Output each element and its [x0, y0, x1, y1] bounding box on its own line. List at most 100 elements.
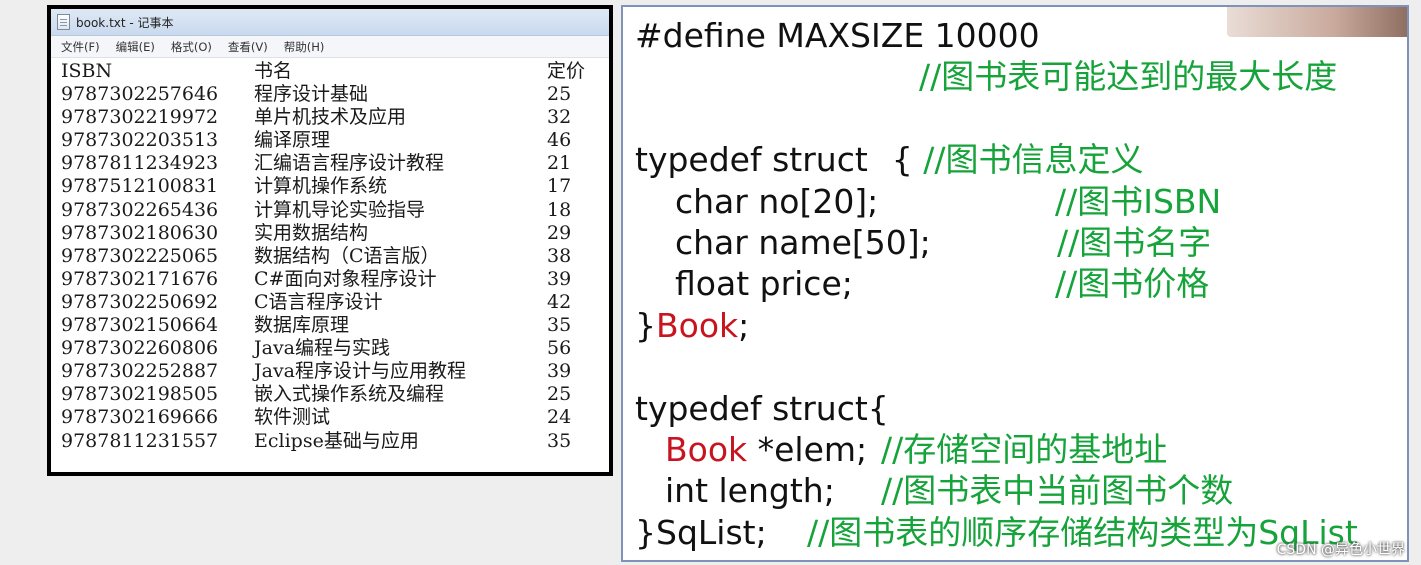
row-isbn: 9787302265436 — [61, 198, 219, 221]
struct1-keyword: typedef struct — [635, 140, 868, 180]
field-name-line: char name[50]; //图书名字 — [635, 222, 1407, 263]
length-comment: //图书表中当前图书个数 — [881, 471, 1234, 511]
notepad-text-area[interactable]: ISBN 书名 定价 9787302257646 程序设计基础 25 9787302… — [51, 58, 609, 472]
row-name: 软件测试 — [254, 406, 331, 429]
row-name: 数据库原理 — [254, 314, 350, 337]
define-line: #define MAXSIZE 10000 — [635, 15, 1407, 56]
table-row: 9787302257646 程序设计基础 25 — [61, 83, 609, 106]
row-name: C#面向对象程序设计 — [254, 267, 437, 290]
notepad-titlebar[interactable]: book.txt - 记事本 — [51, 9, 609, 36]
length-decl: int length; — [665, 471, 835, 511]
table-row: 9787302250692 C语言程序设计 42 — [61, 291, 609, 314]
define-comment-line: //图书表可能达到的最大长度 — [635, 56, 1407, 97]
row-isbn: 9787302203513 — [61, 129, 219, 152]
header-isbn: ISBN — [61, 60, 113, 82]
row-price: 46 — [547, 129, 572, 152]
row-isbn: 9787302150664 — [61, 314, 219, 337]
row-name: 数据结构（C语言版） — [254, 244, 440, 267]
row-price: 39 — [547, 267, 572, 290]
length-line: int length; //图书表中当前图书个数 — [635, 470, 1407, 511]
row-price: 24 — [547, 406, 572, 429]
row-name: Eclipse基础与应用 — [254, 429, 419, 452]
row-isbn: 9787811231557 — [61, 429, 219, 452]
row-isbn: 9787302219972 — [61, 106, 219, 129]
row-name: 编译原理 — [254, 129, 331, 152]
table-row: 9787302225065 数据结构（C语言版） 38 — [61, 245, 609, 268]
menu-help[interactable]: 帮助(H) — [284, 39, 325, 55]
header-price: 定价 — [547, 60, 586, 82]
menu-edit[interactable]: 编辑(E) — [116, 39, 155, 55]
field-no-comment: //图书ISBN — [1055, 181, 1222, 221]
struct1-semicolon: ; — [738, 305, 750, 345]
row-name: 计算机操作系统 — [254, 175, 388, 198]
elem-comment: //存储空间的基地址 — [881, 429, 1168, 469]
row-price: 17 — [547, 175, 572, 198]
table-row: 9787302265436 计算机导论实验指导 18 — [61, 199, 609, 222]
row-isbn: 9787302180630 — [61, 221, 219, 244]
row-isbn: 9787302257646 — [61, 83, 219, 106]
table-row: 9787302260806 Java编程与实践 56 — [61, 337, 609, 360]
elem-line: Book *elem; //存储空间的基地址 — [635, 429, 1407, 470]
row-name: 嵌入式操作系统及编程 — [254, 383, 445, 406]
row-name: Java编程与实践 — [254, 337, 391, 360]
field-name-comment: //图书名字 — [1057, 222, 1212, 262]
table-row: 9787302198505 嵌入式操作系统及编程 25 — [61, 383, 609, 406]
menu-file[interactable]: 文件(F) — [61, 39, 100, 55]
row-price: 35 — [547, 429, 572, 452]
field-price-comment: //图书价格 — [1055, 264, 1210, 304]
row-price: 18 — [547, 198, 572, 221]
row-isbn: 9787302169666 — [61, 406, 219, 429]
struct1-open-line: typedef struct { //图书信息定义 — [635, 139, 1407, 180]
row-price: 56 — [547, 337, 572, 360]
row-price: 42 — [547, 290, 572, 313]
struct2-keyword: typedef struct{ — [635, 388, 889, 428]
table-row: 9787512100831 计算机操作系统 17 — [61, 175, 609, 198]
field-name: char name[50]; — [675, 222, 931, 262]
row-name: 单片机技术及应用 — [254, 106, 407, 129]
define-comment: //图书表可能达到的最大长度 — [919, 57, 1338, 97]
menu-format[interactable]: 格式(O) — [171, 39, 212, 55]
struct2-open-line: typedef struct{ — [635, 388, 1407, 429]
field-no: char no[20]; — [675, 181, 879, 221]
table-row: 9787302180630 实用数据结构 29 — [61, 222, 609, 245]
table-row: 9787811231557 Eclipse基础与应用 35 — [61, 430, 609, 453]
menu-view[interactable]: 查看(V) — [228, 39, 268, 55]
table-row: 9787302169666 软件测试 24 — [61, 406, 609, 429]
row-isbn: 9787302198505 — [61, 383, 219, 406]
elem-decl: *elem; — [747, 429, 868, 469]
row-price: 25 — [547, 383, 572, 406]
row-price: 21 — [547, 152, 572, 175]
table-row: 9787302203513 编译原理 46 — [61, 129, 609, 152]
code-slide: #define MAXSIZE 10000 //图书表可能达到的最大长度 typ… — [621, 5, 1409, 562]
table-row: 9787302252887 Java程序设计与应用教程 39 — [61, 360, 609, 383]
struct2-comment: //图书表的顺序存储结构类型为SqList — [807, 512, 1358, 552]
row-name: 程序设计基础 — [254, 83, 369, 106]
define-statement: #define MAXSIZE 10000 — [635, 16, 1040, 55]
row-price: 39 — [547, 360, 572, 383]
notepad-menubar: 文件(F) 编辑(E) 格式(O) 查看(V) 帮助(H) — [51, 36, 609, 58]
struct1-brace: { — [891, 140, 924, 180]
row-name: 实用数据结构 — [254, 221, 369, 244]
elem-type: Book — [665, 429, 748, 469]
header-name: 书名 — [254, 60, 293, 82]
row-name: C语言程序设计 — [254, 290, 383, 313]
csdn-watermark: CSDN @异色小世界 — [1276, 542, 1405, 558]
notepad-title: book.txt - 记事本 — [76, 15, 174, 30]
row-isbn: 9787512100831 — [61, 175, 219, 198]
row-price: 35 — [547, 314, 572, 337]
table-row: 9787302219972 单片机技术及应用 32 — [61, 106, 609, 129]
field-no-line: char no[20]; //图书ISBN — [635, 181, 1407, 222]
row-name: 计算机导论实验指导 — [254, 198, 426, 221]
row-price: 32 — [547, 106, 572, 129]
row-isbn: 9787302171676 — [61, 267, 219, 290]
row-name: 汇编语言程序设计教程 — [254, 152, 445, 175]
row-name: Java程序设计与应用教程 — [254, 360, 467, 383]
row-price: 25 — [547, 83, 572, 106]
table-row: 9787302171676 C#面向对象程序设计 39 — [61, 268, 609, 291]
row-price: 29 — [547, 221, 572, 244]
row-isbn: 9787302250692 — [61, 290, 219, 313]
struct2-close: }SqList; — [635, 512, 767, 552]
field-price-line: float price; //图书价格 — [635, 263, 1407, 304]
